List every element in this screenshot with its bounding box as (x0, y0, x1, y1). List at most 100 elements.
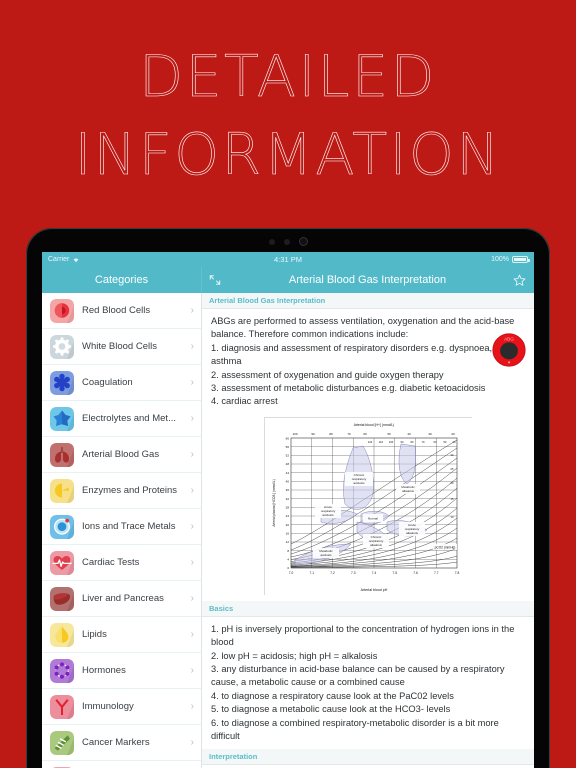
sidebar-item-cardiac-tests[interactable]: Cardiac Tests › (42, 545, 201, 581)
svg-text:12: 12 (286, 540, 290, 544)
chart-top-axis-label: Arterial blood [H+] (nmol/L) (354, 423, 395, 427)
categories-sidebar[interactable]: Red Blood Cells › White Blood Cells › Co… (42, 293, 202, 768)
svg-text:20: 20 (451, 432, 455, 436)
chevron-right-icon: › (190, 736, 194, 748)
svg-text:acidosis: acidosis (320, 553, 332, 557)
svg-text:7.1: 7.1 (310, 571, 315, 575)
white-blood-cell-icon (50, 334, 74, 359)
chevron-right-icon: › (190, 628, 194, 640)
platelet-cluster-icon (50, 370, 74, 395)
sidebar-item-ions-and-trace-metals[interactable]: Ions and Trace Metals › (42, 509, 201, 545)
svg-text:90: 90 (311, 432, 315, 436)
sidebar-item-red-blood-cells[interactable]: Red Blood Cells › (42, 293, 201, 329)
section-heading-interpretation: Interpretation (202, 748, 534, 765)
navigation-bar: Categories Arterial Blood Gas Interpreta… (42, 267, 534, 293)
svg-text:40: 40 (407, 432, 411, 436)
sidebar-item-lipids[interactable]: Lipids › (42, 617, 201, 653)
sidebar-item-cerebrospinal-fluid[interactable]: Cerebrospinal Fluid › (42, 761, 201, 768)
star-outline-icon[interactable] (513, 274, 526, 287)
sidebar-item-label: Coagulation (82, 377, 133, 388)
atom-target-icon (50, 514, 74, 539)
sidebar-item-cancer-markers[interactable]: Cancer Markers › (42, 725, 201, 761)
chevron-right-icon: › (190, 556, 194, 568)
hormone-molecule-icon (50, 658, 74, 683)
chevron-right-icon: › (190, 484, 194, 496)
status-bar: Carrier 4:31 PM 100% (42, 252, 534, 267)
dna-ribbon-icon (50, 730, 74, 755)
detail-pane[interactable]: Arterial Blood Gas Interpretation ABGs a… (202, 293, 534, 768)
svg-text:36: 36 (286, 488, 290, 492)
page-title: Arterial Blood Gas Interpretation (288, 274, 447, 286)
sidebar-item-label: Immunology (82, 701, 134, 712)
sidebar-item-label: Electrolytes and Met... (82, 413, 176, 424)
svg-text:acidosis: acidosis (322, 513, 334, 517)
sidebar-item-label: Cardiac Tests (82, 557, 140, 568)
carrier-label: Carrier (48, 256, 70, 263)
sidebar-item-immunology[interactable]: Immunology › (42, 689, 201, 725)
battery-percent-label: 100% (491, 256, 509, 263)
sidebar-item-label: Liver and Pancreas (82, 593, 164, 604)
svg-text:48: 48 (286, 462, 290, 466)
svg-text:30: 30 (428, 432, 432, 436)
chevron-right-icon: › (190, 520, 194, 532)
section-heading-abg: Arterial Blood Gas Interpretation (202, 293, 534, 309)
headline-line-2: INFORMATION (74, 122, 502, 189)
status-left: Carrier (48, 256, 206, 263)
chevron-right-icon: › (190, 700, 194, 712)
svg-text:28: 28 (286, 505, 290, 509)
speaker-dot-icon (283, 238, 290, 245)
svg-text:7.3: 7.3 (351, 571, 356, 575)
svg-text:80: 80 (329, 432, 333, 436)
sidebar-item-liver-and-pancreas[interactable]: Liver and Pancreas › (42, 581, 201, 617)
svg-text:24: 24 (286, 514, 290, 518)
expand-arrows-icon[interactable] (208, 273, 222, 287)
svg-text:ABG: ABG (504, 337, 514, 342)
section-heading-basics: Basics (202, 600, 534, 617)
svg-text:100: 100 (389, 440, 394, 444)
svg-text:16: 16 (286, 531, 290, 535)
sidebar-item-electrolytes-and-metabolites[interactable]: Electrolytes and Met... › (42, 401, 201, 437)
headline-line-1: DETAILED (139, 44, 437, 111)
svg-text:7.0: 7.0 (289, 571, 294, 575)
sidebar-item-coagulation[interactable]: Coagulation › (42, 365, 201, 401)
svg-text:120: 120 (368, 440, 373, 444)
crystal-star-icon (50, 406, 74, 431)
red-blood-cell-icon (50, 298, 74, 323)
svg-text:50: 50 (387, 432, 391, 436)
svg-text:32: 32 (286, 497, 290, 501)
chevron-right-icon: › (190, 664, 194, 676)
chevron-right-icon: › (190, 340, 194, 352)
section-body-abg: ABGs are performed to assess ventilation… (211, 316, 524, 407)
sidebar-item-hormones[interactable]: Hormones › (42, 653, 201, 689)
acid-base-nomogram-chart: Chronic respiratory acidosis Metabolic a… (265, 417, 473, 596)
chart-x-axis-label: Arterial blood pH (361, 588, 388, 592)
detail-nav-right: Arterial Blood Gas Interpretation (202, 267, 534, 293)
svg-text:20: 20 (286, 523, 290, 527)
svg-text:acidosis: acidosis (353, 481, 365, 485)
svg-text:44: 44 (286, 471, 290, 475)
sidebar-item-arterial-blood-gas[interactable]: Arterial Blood Gas › (42, 437, 201, 473)
svg-text:7.7: 7.7 (434, 571, 439, 575)
svg-text:52: 52 (286, 453, 290, 457)
device-screen: Carrier 4:31 PM 100% Categories Arterial… (42, 252, 534, 768)
svg-text:60: 60 (286, 436, 290, 440)
svg-text:●: ● (508, 360, 511, 365)
wifi-icon (73, 258, 79, 263)
sidebar-item-white-blood-cells[interactable]: White Blood Cells › (42, 329, 201, 365)
device-sensor-row (26, 237, 550, 246)
chevron-right-icon: › (190, 376, 194, 388)
front-camera-icon (298, 237, 308, 246)
svg-text:60: 60 (363, 432, 367, 436)
svg-text:alkalosis: alkalosis (370, 543, 382, 547)
sidebar-item-label: White Blood Cells (82, 341, 157, 352)
liver-icon (50, 586, 74, 611)
chevron-right-icon: › (190, 304, 194, 316)
enzyme-icon (50, 478, 74, 503)
svg-text:alkalosis: alkalosis (402, 489, 414, 493)
abg-stamp-icon: ABG ● (492, 333, 526, 367)
chart-pco2-label: pCO2 (mmHg) (435, 545, 456, 549)
svg-text:7.2: 7.2 (330, 571, 335, 575)
sidebar-item-enzymes-and-proteins[interactable]: Enzymes and Proteins › (42, 473, 201, 509)
tablet-device-frame: Carrier 4:31 PM 100% Categories Arterial… (26, 228, 550, 768)
svg-text:7.5: 7.5 (393, 571, 398, 575)
